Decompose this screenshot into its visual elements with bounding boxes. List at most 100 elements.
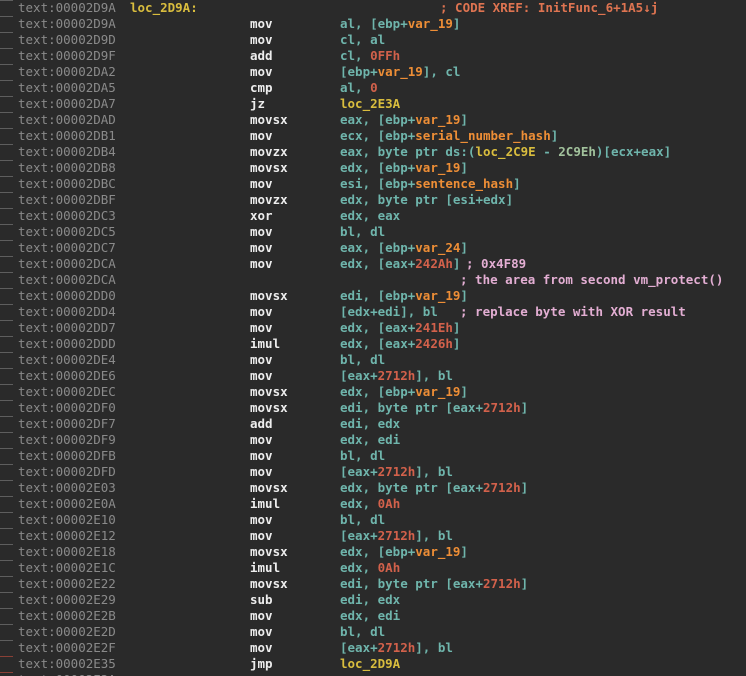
mnemonic: add: [250, 48, 273, 63]
listing-line[interactable]: text:00002DE6 mov [eax+2712h], bl: [0, 368, 746, 384]
listing-line[interactable]: text:00002DDD imul edx, [eax+2426h]: [0, 336, 746, 352]
user-comment: ; 0x4F89: [466, 256, 527, 271]
operand-registers: ]: [460, 240, 468, 255]
mnemonic: mov: [250, 240, 273, 255]
label-definition[interactable]: loc_2D9A:: [130, 0, 198, 16]
operand-registers: eax, [ebp+: [340, 112, 416, 127]
listing-line[interactable]: text:00002DC5 mov bl, dl: [0, 224, 746, 240]
flow-tick: [0, 416, 13, 417]
operand-registers: [edx+edi], bl: [340, 304, 438, 319]
listing-line[interactable]: text:00002DD7 mov edx, [eax+241Eh]: [0, 320, 746, 336]
operands: bl, dl: [340, 448, 385, 464]
mnemonic: movsx: [250, 480, 288, 495]
listing-line[interactable]: text:00002DFD mov [eax+2712h], bl: [0, 464, 746, 480]
listing-line[interactable]: text:00002DEC movsx edx, [ebp+var_19]: [0, 384, 746, 400]
listing-line[interactable]: text:00002DBC mov esi, [ebp+sentence_hash]: [0, 176, 746, 192]
flow-tick: [0, 336, 13, 337]
listing-line[interactable]: text:00002DB1 mov ecx, [ebp+serial_number_…: [0, 128, 746, 144]
operand-registers: edx, [eax+: [340, 336, 416, 351]
listing-line[interactable]: text:00002E2D mov bl, dl: [0, 624, 746, 640]
listing-line[interactable]: text:00002DBF movzx edx, byte ptr [esi+edx…: [0, 192, 746, 208]
listing-line[interactable]: text:00002E22 movsx edi, byte ptr [eax+271…: [0, 576, 746, 592]
listing-line[interactable]: text:00002DF7 add edi, edx: [0, 416, 746, 432]
listing-line[interactable]: text:00002E2B mov edx, edi: [0, 608, 746, 624]
operands: al, [ebp+var_19]: [340, 16, 460, 32]
flow-tick: [0, 368, 13, 369]
operands: edi, edx: [340, 416, 400, 432]
listing-line[interactable]: text:00002DB8 movsx edx, [ebp+var_19]: [0, 160, 746, 176]
operand-registers: ], bl: [415, 528, 453, 543]
listing-line[interactable]: text:00002D9D mov cl, al: [0, 32, 746, 48]
listing-line[interactable]: text:00002E35 jmp loc_2D9A: [0, 656, 746, 672]
listing-line[interactable]: text:00002DA7 jz loc_2E3A: [0, 96, 746, 112]
listing-line[interactable]: text:00002DC7 mov eax, [ebp+var_24]: [0, 240, 746, 256]
listing-line[interactable]: text:00002DAD movsx eax, [ebp+var_19]: [0, 112, 746, 128]
listing-line[interactable]: text:00002D9A loc_2D9A: ; CODE XREF: InitF…: [0, 0, 746, 16]
operand-registers: edi, edx: [340, 592, 401, 607]
operand-registers: edx, byte ptr [eax+: [340, 480, 483, 495]
operand-registers: cl, al: [340, 32, 386, 47]
mnemonic: mov: [250, 304, 273, 319]
operand-registers: ], cl: [422, 64, 461, 79]
listing-line[interactable]: text:00002DF9 mov edx, edi: [0, 432, 746, 448]
listing-line[interactable]: text:00002DD4 mov [edx+edi], bl ; replace b…: [0, 304, 746, 320]
operand-registers: edx, edi: [340, 432, 401, 447]
mnemonic: mov: [250, 32, 273, 47]
mnemonic: movsx: [250, 576, 288, 591]
listing-line[interactable]: text:00002E1C imul edx, 0Ah: [0, 560, 746, 576]
address-label: text:00002DE6: [18, 368, 116, 383]
operand-registers: bl, dl: [340, 224, 386, 239]
flow-tick: [0, 352, 13, 353]
variable-ref: var_19: [415, 112, 461, 127]
address-label: text:00002E2B: [18, 608, 116, 623]
mnemonic: mov: [250, 16, 273, 31]
listing-line[interactable]: text:00002E03 movsx edx, byte ptr [eax+271…: [0, 480, 746, 496]
mnemonic: mov: [250, 432, 273, 447]
flow-tick: [0, 144, 13, 145]
listing-line[interactable]: text:00002D9A mov al, [ebp+var_19]: [0, 16, 746, 32]
listing-line[interactable]: text:00002E29 sub edi, edx: [0, 592, 746, 608]
listing-line[interactable]: text:00002E3A: [0, 672, 746, 676]
address-label: text:00002E0A: [18, 496, 116, 511]
address-label: text:00002DFB: [18, 448, 116, 463]
label-ref[interactable]: loc_2D9A: [340, 656, 400, 671]
listing-line[interactable]: text:00002DCA ; the area from second vm_p…: [0, 272, 746, 288]
address-label: text:00002DF0: [18, 400, 116, 415]
flow-tick: [0, 560, 13, 561]
operands: edx, edi: [340, 608, 400, 624]
operands: bl, dl: [340, 224, 385, 240]
label-ref[interactable]: loc_2C9E: [475, 144, 535, 159]
listing-line[interactable]: text:00002E2F mov [eax+2712h], bl: [0, 640, 746, 656]
listing-line[interactable]: text:00002E10 mov bl, dl: [0, 512, 746, 528]
flow-tick: [0, 304, 13, 305]
flow-tick: [0, 544, 13, 545]
listing-line[interactable]: text:00002DE4 mov bl, dl: [0, 352, 746, 368]
listing-line[interactable]: text:00002E12 mov [eax+2712h], bl: [0, 528, 746, 544]
listing-line[interactable]: text:00002DF0 movsx edi, byte ptr [eax+271…: [0, 400, 746, 416]
flow-tick: [0, 16, 13, 17]
listing-line[interactable]: text:00002E0A imul edx, 0Ah: [0, 496, 746, 512]
mnemonic: mov: [250, 128, 273, 143]
operand-registers: ]: [460, 288, 468, 303]
flow-tick: [0, 320, 13, 321]
number-literal: 2426h: [415, 336, 453, 351]
operands: ecx, [ebp+serial_number_hash]: [340, 128, 558, 144]
address-label: text:00002E22: [18, 576, 116, 591]
mnemonic: mov: [250, 464, 273, 479]
operand-registers: al, [ebp+: [340, 16, 408, 31]
operand-registers: edx, eax: [340, 208, 401, 223]
listing-line[interactable]: text:00002DA2 mov [ebp+var_19], cl: [0, 64, 746, 80]
listing-line[interactable]: text:00002DFB mov bl, dl: [0, 448, 746, 464]
address-label: text:00002E35: [18, 656, 116, 671]
address-label: text:00002E29: [18, 592, 116, 607]
listing-line[interactable]: text:00002DD0 movsx edi, [ebp+var_19]: [0, 288, 746, 304]
listing-line[interactable]: text:00002DCA mov edx, [eax+242Ah] ; 0x4F89: [0, 256, 746, 272]
listing-line[interactable]: text:00002E18 movsx edx, [ebp+var_19]: [0, 544, 746, 560]
variable-ref: var_19: [415, 288, 461, 303]
flow-tick: [0, 240, 13, 241]
listing-line[interactable]: text:00002D9F add cl, 0FFh: [0, 48, 746, 64]
listing-line[interactable]: text:00002DB4 movzx eax, byte ptr ds:(loc_…: [0, 144, 746, 160]
listing-line[interactable]: text:00002DC3 xor edx, eax: [0, 208, 746, 224]
listing-line[interactable]: text:00002DA5 cmp al, 0: [0, 80, 746, 96]
label-ref[interactable]: loc_2E3A: [340, 96, 400, 111]
